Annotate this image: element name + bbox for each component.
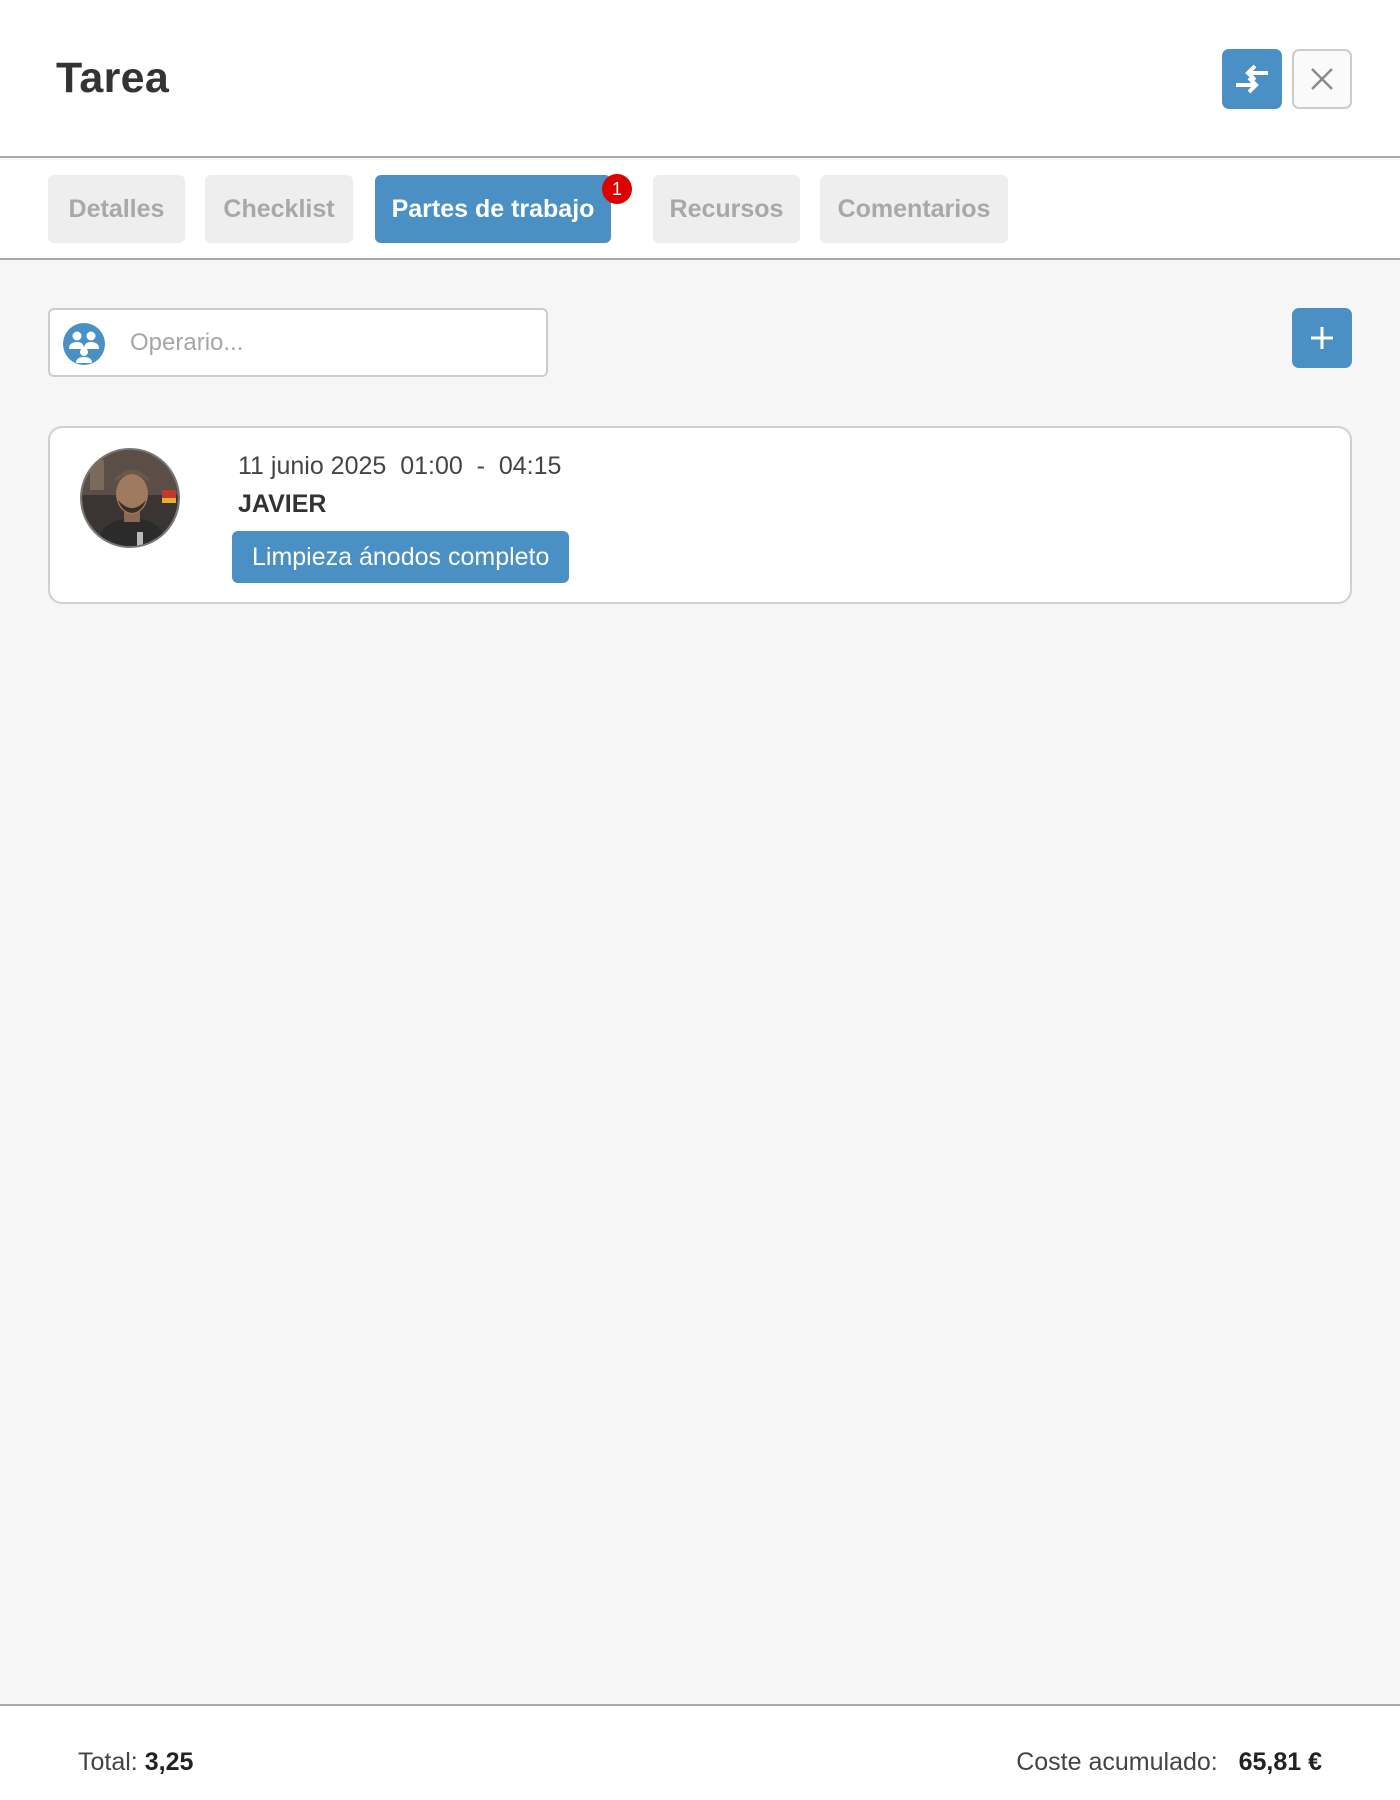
tab-detalles[interactable]: Detalles	[48, 175, 185, 243]
tab-count-badge: 1	[602, 174, 632, 204]
entry-start-time: 01:00	[400, 452, 463, 480]
task-tag: Limpieza ánodos completo	[232, 531, 570, 583]
plus-icon	[1311, 327, 1333, 349]
swap-arrows-icon	[1236, 64, 1268, 94]
operator-name: JAVIER	[238, 490, 327, 518]
total-value: 3,25	[144, 1748, 194, 1776]
coste-value: 65,81 €	[1238, 1748, 1322, 1776]
coste-summary: Coste acumulado: 65,81 €	[1016, 1748, 1322, 1777]
coste-label: Coste acumulado:	[1016, 1748, 1218, 1776]
task-panel: Tarea Detalles Checklist Partes de traba…	[0, 0, 1400, 1800]
close-icon	[1311, 68, 1333, 90]
page-title: Tarea	[56, 54, 170, 102]
tab-checklist[interactable]: Checklist	[205, 175, 353, 243]
entry-date: 11 junio 2025	[238, 452, 387, 480]
tab-recursos[interactable]: Recursos	[653, 175, 800, 243]
operator-filter	[48, 308, 548, 377]
header: Tarea	[0, 0, 1400, 158]
total-summary: Total: 3,25	[78, 1748, 193, 1777]
total-label: Total:	[78, 1748, 138, 1776]
operator-search-input[interactable]	[130, 318, 530, 368]
entry-datetime: 11 junio 2025 01:00 - 04:15	[238, 452, 562, 480]
add-entry-button[interactable]	[1292, 308, 1352, 368]
avatar	[80, 448, 180, 548]
footer: Total: 3,25 Coste acumulado: 65,81 €	[0, 1704, 1400, 1800]
tab-bar: Detalles Checklist Partes de trabajo Rec…	[0, 160, 1400, 260]
swap-button[interactable]	[1222, 49, 1282, 109]
tab-comentarios[interactable]: Comentarios	[820, 175, 1008, 243]
entry-end-time: 04:15	[498, 452, 562, 480]
operator-group-icon	[63, 323, 105, 365]
close-button[interactable]	[1292, 49, 1352, 109]
work-report-card[interactable]: 11 junio 2025 01:00 - 04:15 JAVIER Limpi…	[48, 426, 1352, 604]
tab-partes-de-trabajo[interactable]: Partes de trabajo	[375, 175, 611, 243]
